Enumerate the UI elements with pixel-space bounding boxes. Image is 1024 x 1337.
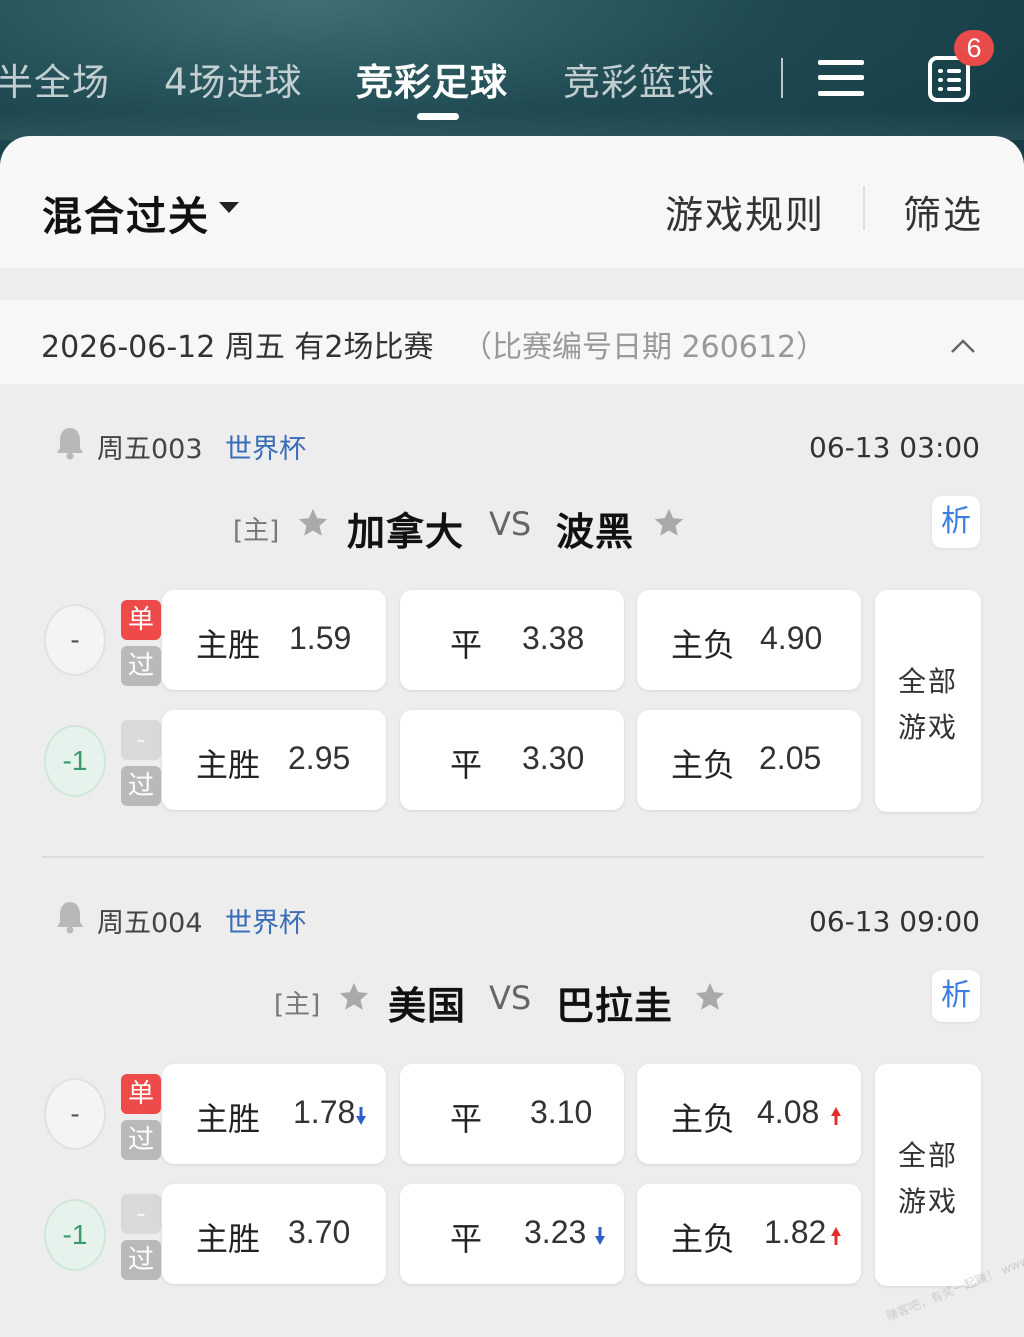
all-games-label: 游戏	[897, 1185, 958, 1218]
single-tag: -	[121, 720, 161, 760]
home-win-odds-button[interactable]: 主胜 1.59	[162, 590, 386, 690]
odds-label: 平	[450, 746, 483, 784]
odds-label: 主胜	[196, 1100, 261, 1138]
home-lose-odds-button[interactable]: 主负 2.05	[637, 710, 861, 810]
date-summary: 2026-06-12 周五 有2场比赛	[41, 330, 434, 365]
vs-label: VS	[489, 505, 532, 543]
home-win-odds-button[interactable]: 主胜 3.70	[162, 1184, 386, 1284]
chevron-up-icon[interactable]	[950, 333, 976, 359]
odds-value: 4.08	[757, 1094, 820, 1130]
star-icon[interactable]	[296, 506, 330, 540]
toolbar-divider	[863, 186, 865, 230]
parlay-tag: 过	[121, 1240, 161, 1280]
all-games-label: 游戏	[897, 711, 958, 744]
odds-label: 主负	[671, 746, 736, 784]
parlay-tag: 过	[121, 766, 161, 806]
tab-jingcai-football[interactable]: 竞彩足球	[356, 52, 508, 106]
tab-four-goals[interactable]: 4场进球	[164, 52, 303, 106]
handicap-value: -	[44, 604, 106, 676]
game-rules-button[interactable]: 游戏规则	[665, 184, 825, 239]
match-number: 周五004	[97, 908, 203, 939]
odds-label: 主负	[671, 1100, 736, 1138]
home-lose-odds-button[interactable]: 主负 4.90	[637, 590, 861, 690]
tab-half-full[interactable]: 半全场	[0, 52, 110, 106]
arrow-up-icon	[831, 1227, 841, 1245]
all-games-button[interactable]: 全部 游戏	[875, 1064, 981, 1286]
match-divider	[42, 856, 984, 858]
handicap-value: -1	[44, 1199, 106, 1271]
odds-label: 主胜	[196, 626, 261, 664]
odds-value: 3.10	[530, 1094, 593, 1130]
draw-odds-button[interactable]: 平 3.23	[400, 1184, 624, 1284]
odds-value: 1.82	[764, 1214, 827, 1250]
away-team: 巴拉圭	[556, 984, 674, 1028]
odds-label: 平	[450, 1100, 483, 1138]
all-games-label: 全部	[897, 665, 958, 698]
star-icon[interactable]	[652, 506, 686, 540]
odds-label: 主胜	[196, 746, 261, 784]
tab-jingcai-basketball[interactable]: 竞彩篮球	[563, 52, 715, 106]
away-team: 波黑	[556, 510, 635, 554]
home-lose-odds-button[interactable]: 主负 4.08	[637, 1064, 861, 1164]
odds-label: 平	[450, 1220, 483, 1258]
star-icon[interactable]	[337, 980, 371, 1014]
odds-value: 3.70	[288, 1214, 351, 1250]
parlay-tag: 过	[121, 1120, 161, 1160]
arrow-down-icon	[595, 1227, 605, 1245]
parlay-tag: 过	[121, 646, 161, 686]
star-icon[interactable]	[693, 980, 727, 1014]
mode-selector[interactable]: 混合过关	[42, 184, 210, 242]
all-games-label: 全部	[897, 1139, 958, 1172]
date-code: （比赛编号日期 260612）	[462, 330, 827, 365]
header-divider	[781, 58, 783, 98]
odds-value: 2.05	[759, 740, 822, 776]
match-number: 周五003	[97, 434, 203, 465]
analysis-button[interactable]: 析	[932, 970, 980, 1022]
odds-value: 3.23	[524, 1214, 587, 1250]
handicap-value: -	[44, 1078, 106, 1150]
single-tag: 单	[121, 1074, 161, 1114]
odds-label: 主胜	[196, 1220, 261, 1258]
home-lose-odds-button[interactable]: 主负 1.82	[637, 1184, 861, 1284]
arrow-down-icon	[356, 1107, 366, 1125]
home-team: 美国	[388, 984, 467, 1028]
odds-value: 3.30	[522, 740, 585, 776]
home-win-odds-button[interactable]: 主胜 1.78	[162, 1064, 386, 1164]
kickoff-time: 06-13 03:00	[809, 431, 980, 464]
league-link[interactable]: 世界杯	[225, 427, 306, 466]
cart-count-badge: 6	[954, 30, 994, 66]
home-tag: [主]	[274, 990, 321, 1020]
kickoff-time: 06-13 09:00	[809, 905, 980, 938]
active-tab-indicator	[417, 113, 459, 120]
handicap-value: -1	[44, 725, 106, 797]
odds-value: 1.59	[289, 620, 352, 656]
single-tag: -	[121, 1194, 161, 1234]
home-tag: [主]	[233, 516, 280, 546]
odds-label: 主负	[671, 626, 736, 664]
all-games-button[interactable]: 全部 游戏	[875, 590, 981, 812]
home-win-odds-button[interactable]: 主胜 2.95	[162, 710, 386, 810]
bell-icon[interactable]	[55, 426, 85, 460]
analysis-button[interactable]: 析	[932, 496, 980, 548]
menu-icon[interactable]	[818, 58, 866, 98]
odds-value: 2.95	[288, 740, 351, 776]
arrow-up-icon	[831, 1107, 841, 1125]
game-tabs: 半全场 4场进球 竞彩足球 竞彩篮球	[0, 52, 1024, 108]
odds-value: 4.90	[760, 620, 823, 656]
odds-value: 3.38	[522, 620, 585, 656]
single-tag: 单	[121, 600, 161, 640]
vs-label: VS	[489, 979, 532, 1017]
odds-value: 1.78	[293, 1094, 356, 1130]
odds-label: 主负	[671, 1220, 736, 1258]
draw-odds-button[interactable]: 平 3.30	[400, 710, 624, 810]
bell-icon[interactable]	[55, 900, 85, 934]
draw-odds-button[interactable]: 平 3.10	[400, 1064, 624, 1164]
odds-label: 平	[450, 626, 483, 664]
league-link[interactable]: 世界杯	[225, 901, 306, 940]
home-team: 加拿大	[347, 510, 465, 554]
draw-odds-button[interactable]: 平 3.38	[400, 590, 624, 690]
filter-button[interactable]: 筛选	[903, 184, 983, 239]
caret-down-icon[interactable]	[219, 202, 239, 213]
